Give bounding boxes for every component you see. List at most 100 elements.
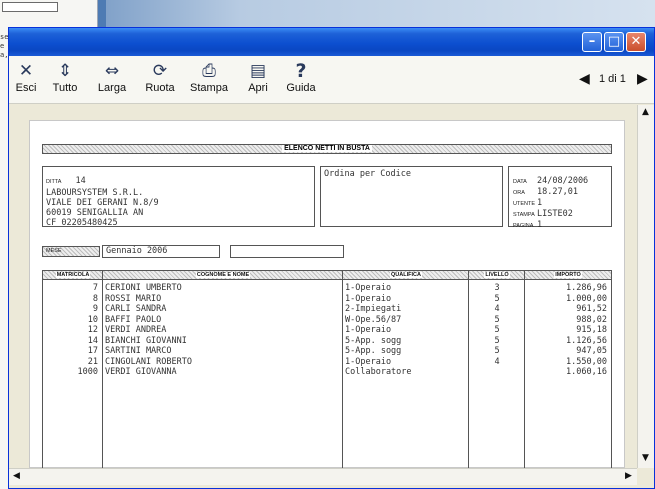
print-button[interactable]: ⎙ Stampa [185, 56, 233, 104]
cell-matricola: 21 [87, 356, 98, 367]
cell-qualifica: 1-Operaio [345, 293, 392, 304]
ditta-label: DITTA [46, 179, 62, 185]
rotate-button[interactable]: ⟳ Ruota [137, 56, 183, 104]
fit-width-button[interactable]: ⇔ Larga [89, 56, 135, 104]
cell-nome: ROSSI MARIO [105, 293, 162, 304]
cell-importo: 961,52 [576, 304, 607, 314]
employee-table: MATRICOLA COGNOME E NOME QUALIFICA LIVEL… [42, 270, 612, 469]
cell-nome: VERDI GIOVANNA [105, 367, 177, 377]
month-extra-field [230, 245, 344, 258]
cell-nome: CINGOLANI ROBERTO [105, 356, 192, 367]
cell-livello: 5 [494, 335, 500, 346]
cell-importo: 1.000,00 [566, 293, 607, 304]
column-divider [102, 270, 103, 469]
cell-matricola: 10 [87, 314, 98, 325]
fit-page-label: Tutto [52, 82, 78, 94]
exit-label: Esci [15, 82, 37, 94]
cell-importo: 1.550,00 [566, 356, 607, 367]
month-label: MESE [42, 246, 100, 257]
page-indicator: 1 di 1 [599, 73, 626, 85]
cell-qualifica: W-Ope.56/87 [345, 314, 402, 325]
open-button[interactable]: ▤ Apri [241, 56, 275, 104]
cell-livello: 5 [494, 325, 500, 335]
cell-qualifica: 5-App. sogg [345, 335, 402, 346]
company-box: DITTA 14 LABOURSYSTEM S.R.L. VIALE DEI GE… [42, 166, 315, 228]
cell-matricola: 8 [92, 293, 98, 304]
cell-livello: 5 [494, 346, 500, 356]
report-title: ELENCO NETTI IN BUSTA [282, 145, 372, 152]
next-page-arrow-icon[interactable]: ▶ [637, 71, 648, 87]
meta-value: 1 [537, 220, 543, 230]
cell-livello: 5 [494, 293, 500, 304]
cell-qualifica: 1-Operaio [345, 356, 392, 367]
exit-button[interactable]: ✕ Esci [11, 56, 41, 104]
open-file-icon: ▤ [249, 61, 267, 81]
scroll-up-arrow-icon[interactable]: ▲ [638, 105, 653, 120]
report-page: ELENCO NETTI IN BUSTA DITTA 14 LABOURSYST… [29, 120, 625, 469]
column-header-importo: IMPORTO [554, 272, 582, 278]
cell-qualifica: 5-App. sogg [345, 346, 402, 356]
cell-matricola: 12 [87, 325, 98, 335]
scrollbar-corner [637, 468, 654, 485]
close-icon: ✕ [18, 61, 34, 81]
page-navigator: ◀ 1 di 1 ▶ [579, 70, 653, 90]
cell-matricola: 17 [87, 346, 98, 356]
cell-importo: 915,18 [576, 325, 607, 335]
help-button[interactable]: ? Guida [281, 56, 321, 104]
scroll-right-arrow-icon[interactable]: ▶ [621, 469, 636, 484]
ditta-value: 14 [75, 176, 86, 186]
company-line: LABOURSYSTEM S.R.L. [46, 188, 144, 198]
table-header: MATRICOLA COGNOME E NOME QUALIFICA LIVEL… [43, 270, 611, 280]
cell-qualifica: 1-Operaio [345, 325, 392, 335]
print-label: Stampa [190, 82, 228, 94]
title-bar[interactable]: – □ ✕ [9, 28, 654, 56]
company-line: 60019 SENIGALLIA AN [46, 208, 144, 218]
cell-nome: BIANCHI GIOVANNI [105, 335, 187, 346]
preview-area[interactable]: ELENCO NETTI IN BUSTA DITTA 14 LABOURSYST… [9, 105, 637, 469]
fit-page-button[interactable]: ⇕ Tutto [45, 56, 85, 104]
open-label: Apri [248, 82, 268, 94]
cell-matricola: 9 [92, 304, 98, 314]
cell-nome: CERIONI UMBERTO [105, 283, 182, 293]
column-divider [342, 270, 343, 469]
company-line: VIALE DEI GERANI N.8/9 [46, 198, 159, 208]
previous-page-arrow-icon[interactable]: ◀ [579, 71, 590, 87]
scroll-left-arrow-icon[interactable]: ◀ [9, 469, 24, 484]
company-line: CF 02205480425 [46, 218, 118, 228]
cell-qualifica: 2-Impiegati [345, 304, 402, 314]
cell-nome: BAFFI PAOLO [105, 314, 162, 325]
cell-nome: SARTINI MARCO [105, 346, 172, 356]
cell-importo: 1.060,16 [566, 367, 607, 377]
scroll-down-arrow-icon[interactable]: ▼ [638, 451, 653, 466]
vertical-scrollbar[interactable]: ▲ ▼ [637, 105, 654, 468]
column-header-qualifica: QUALIFICA [390, 272, 422, 278]
help-icon: ? [295, 60, 307, 82]
cell-nome: CARLI SANDRA [105, 304, 167, 314]
horizontal-scrollbar[interactable]: ◀ ▶ [9, 468, 637, 485]
cell-livello: 4 [494, 356, 500, 367]
close-window-button[interactable]: ✕ [626, 32, 646, 52]
cell-nome: VERDI ANDREA [105, 325, 167, 335]
cell-livello: 5 [494, 314, 500, 325]
toolbar: ✕ Esci ⇕ Tutto ⇔ Larga ⟳ Ruota ⎙ Stampa … [9, 56, 654, 104]
column-header-livello: LIVELLO [484, 272, 510, 278]
help-label: Guida [286, 82, 316, 94]
cell-importo: 947,05 [576, 346, 607, 356]
cell-importo: 1.286,96 [566, 283, 607, 293]
background-text: e [0, 42, 5, 50]
cell-matricola: 7 [92, 283, 98, 293]
rotate-label: Ruota [145, 82, 175, 94]
rotate-icon: ⟳ [152, 61, 168, 81]
cell-qualifica: 1-Operaio [345, 283, 392, 293]
meta-label: PAGINA [513, 223, 534, 229]
cell-importo: 1.126,56 [566, 335, 607, 346]
cell-livello [469, 367, 525, 377]
fit-width-label: Larga [97, 82, 127, 94]
fit-page-icon: ⇕ [57, 61, 73, 81]
maximize-button[interactable]: □ [604, 32, 624, 52]
cell-qualifica: Collaboratore [345, 367, 412, 377]
meta-value: LISTE02 [537, 209, 573, 219]
background-input-field [2, 2, 58, 12]
ordering-box: Ordina per Codice [320, 166, 503, 227]
minimize-button[interactable]: – [582, 32, 602, 52]
